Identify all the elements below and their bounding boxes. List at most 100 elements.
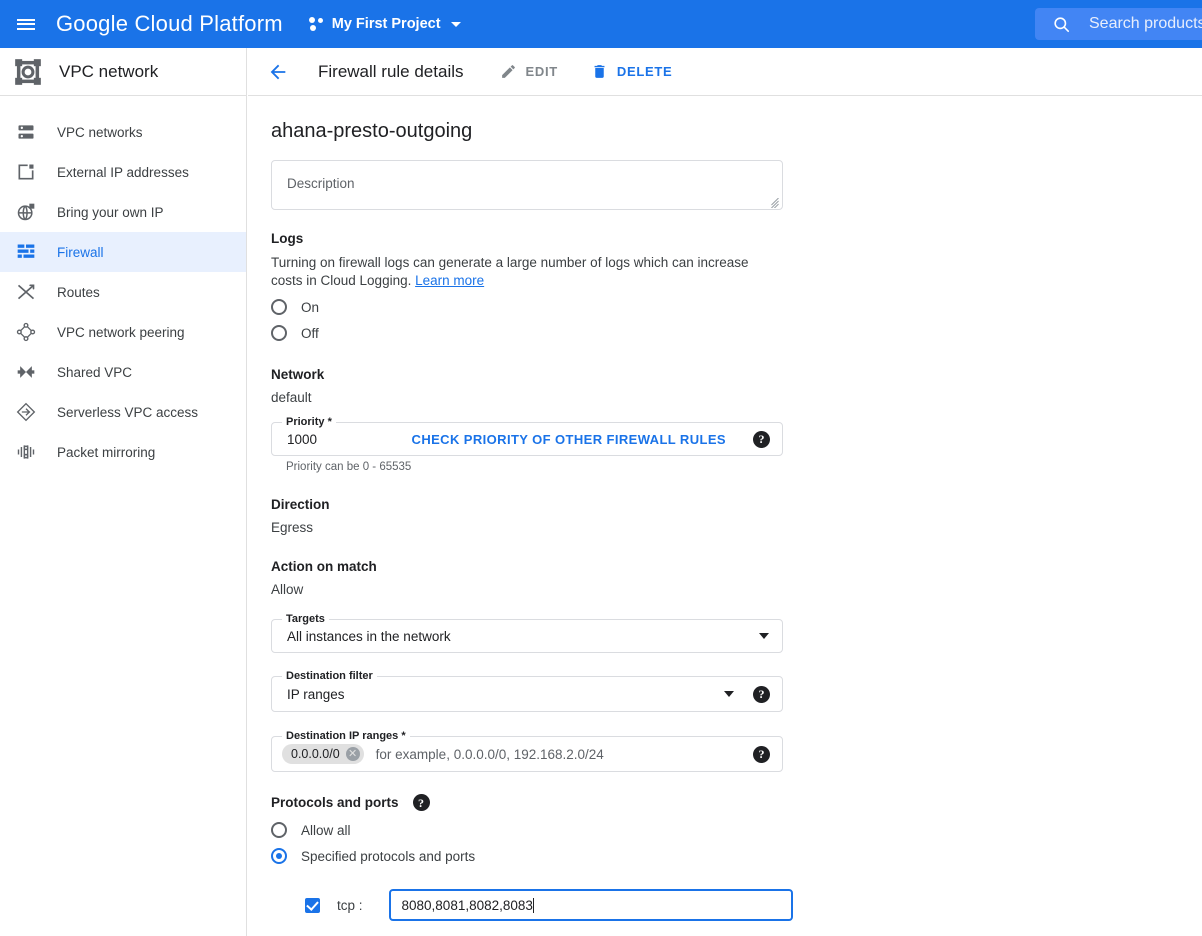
chevron-down-icon (450, 21, 461, 27)
tcp-protocol-row: tcp : 8080,8081,8082,8083 (305, 889, 1202, 921)
destination-filter-legend: Destination filter (282, 670, 377, 682)
bring-your-own-ip-icon (14, 200, 38, 224)
action-on-match-section-title: Action on match (271, 559, 377, 574)
sidebar-item-label: Shared VPC (57, 364, 133, 380)
sidebar-item-vpc-networks[interactable]: VPC networks (0, 112, 246, 152)
radio-circle (271, 325, 287, 341)
back-button[interactable] (258, 52, 298, 92)
chevron-down-icon[interactable] (759, 633, 769, 639)
project-dots-icon (308, 16, 325, 32)
protocols-radio-allow-all[interactable]: Allow all (271, 817, 1202, 843)
network-section-title: Network (271, 367, 325, 382)
logs-radio-on[interactable]: On (271, 294, 1202, 320)
vpc-peering-icon (14, 320, 38, 344)
firewall-icon (14, 240, 38, 264)
logs-radio-off[interactable]: Off (271, 320, 1202, 346)
priority-field[interactable]: Priority * 1000 CHECK PRIORITY OF OTHER … (271, 416, 783, 456)
page-title: Firewall rule details (318, 61, 464, 81)
top-app-bar: Google Cloud Platform My First Project S… (0, 0, 1202, 48)
project-selector[interactable]: My First Project (308, 16, 461, 32)
priority-legend: Priority * (282, 416, 336, 428)
vpc-network-icon (15, 58, 41, 85)
destination-ip-ranges-placeholder: for example, 0.0.0.0/0, 192.168.2.0/24 (375, 746, 604, 762)
protocols-radio-specified[interactable]: Specified protocols and ports (271, 843, 1202, 869)
targets-value: All instances in the network (287, 628, 451, 644)
help-icon[interactable]: ? (412, 794, 430, 811)
sidebar-item-label: Serverless VPC access (57, 404, 199, 420)
close-icon[interactable]: ✕ (345, 747, 360, 761)
sidebar-item-label: Packet mirroring (57, 444, 156, 460)
serverless-vpc-icon (14, 400, 38, 424)
search-input[interactable]: Search products (1035, 8, 1202, 40)
sidebar-item-shared-vpc[interactable]: Shared VPC (0, 352, 246, 392)
edit-button[interactable]: EDIT (500, 63, 558, 80)
sidebar-item-label: VPC networks (57, 124, 143, 140)
direction-section-title: Direction (271, 497, 330, 512)
check-priority-link[interactable]: CHECK PRIORITY OF OTHER FIREWALL RULES (412, 432, 726, 447)
ip-range-chip-label: 0.0.0.0/0 (291, 747, 340, 761)
logs-on-label: On (301, 299, 320, 315)
pencil-icon (500, 63, 517, 80)
priority-value: 1000 (287, 431, 318, 447)
sidebar-title: VPC network (59, 61, 159, 81)
destination-filter-select[interactable]: Destination filter IP ranges ? (271, 670, 783, 712)
description-textarea[interactable]: Description (271, 160, 783, 210)
vpc-networks-icon (14, 120, 38, 144)
priority-hint: Priority can be 0 - 65535 (286, 461, 412, 473)
logs-description-text: Turning on firewall logs can generate a … (271, 255, 749, 288)
sidebar-item-label: Routes (57, 284, 100, 300)
specified-protocols-label: Specified protocols and ports (301, 848, 476, 864)
protocols-and-ports-title: Protocols and ports (271, 795, 399, 810)
help-icon[interactable]: ? (753, 685, 770, 703)
sidebar-item-label: Firewall (57, 244, 104, 260)
sidebar-item-label: Bring your own IP (57, 204, 164, 220)
direction-value: Egress (271, 520, 314, 535)
sidebar: VPC network VPC networks External IP add… (0, 48, 247, 936)
help-icon[interactable]: ? (753, 430, 770, 448)
sidebar-nav-list: VPC networks External IP addresses Bring… (0, 96, 246, 472)
sidebar-item-vpc-network-peering[interactable]: VPC network peering (0, 312, 246, 352)
routes-icon (14, 280, 38, 304)
external-ip-icon (14, 160, 38, 184)
search-placeholder-text: Search products (1089, 15, 1202, 32)
delete-button[interactable]: DELETE (591, 63, 672, 80)
action-on-match-value: Allow (271, 582, 304, 597)
description-placeholder-text: Description (287, 176, 355, 191)
tcp-checkbox[interactable] (305, 897, 320, 913)
resize-handle[interactable] (770, 198, 780, 208)
sidebar-item-packet-mirroring[interactable]: Packet mirroring (0, 432, 246, 472)
logs-off-label: Off (301, 325, 319, 341)
sidebar-item-external-ip-addresses[interactable]: External IP addresses (0, 152, 246, 192)
sidebar-item-firewall[interactable]: Firewall (0, 232, 246, 272)
sidebar-item-serverless-vpc-access[interactable]: Serverless VPC access (0, 392, 246, 432)
protocols-and-ports-header: Protocols and ports ? (271, 794, 1202, 811)
logs-section-title: Logs (271, 231, 304, 246)
destination-ip-ranges-field[interactable]: Destination IP ranges * 0.0.0.0/0 ✕ for … (271, 730, 783, 772)
learn-more-link[interactable]: Learn more (415, 273, 484, 288)
delete-button-label: DELETE (616, 64, 673, 79)
logs-description: Turning on firewall logs can generate a … (271, 254, 783, 290)
packet-mirroring-icon (14, 440, 38, 464)
arrow-left-icon (270, 64, 286, 79)
sidebar-header: VPC network (0, 48, 246, 96)
radio-circle (271, 299, 287, 315)
sidebar-item-label: VPC network peering (57, 324, 185, 340)
hamburger-menu-icon[interactable] (2, 0, 50, 48)
edit-button-label: EDIT (525, 64, 558, 79)
ip-range-chip[interactable]: 0.0.0.0/0 ✕ (282, 744, 364, 764)
text-cursor (532, 897, 534, 913)
chevron-down-icon[interactable] (724, 691, 734, 697)
targets-legend: Targets (282, 613, 329, 625)
tcp-ports-input[interactable]: 8080,8081,8082,8083 (388, 889, 793, 921)
search-icon (1054, 16, 1070, 32)
radio-circle (271, 822, 287, 838)
brand-title[interactable]: Google Cloud Platform (56, 11, 283, 37)
destination-filter-value: IP ranges (287, 686, 345, 702)
shared-vpc-icon (14, 360, 38, 384)
sidebar-item-bring-your-own-ip[interactable]: Bring your own IP (0, 192, 246, 232)
sidebar-item-label: External IP addresses (57, 164, 189, 180)
help-icon[interactable]: ? (753, 745, 770, 763)
radio-circle (271, 848, 287, 864)
targets-select[interactable]: Targets All instances in the network (271, 613, 783, 653)
sidebar-item-routes[interactable]: Routes (0, 272, 246, 312)
